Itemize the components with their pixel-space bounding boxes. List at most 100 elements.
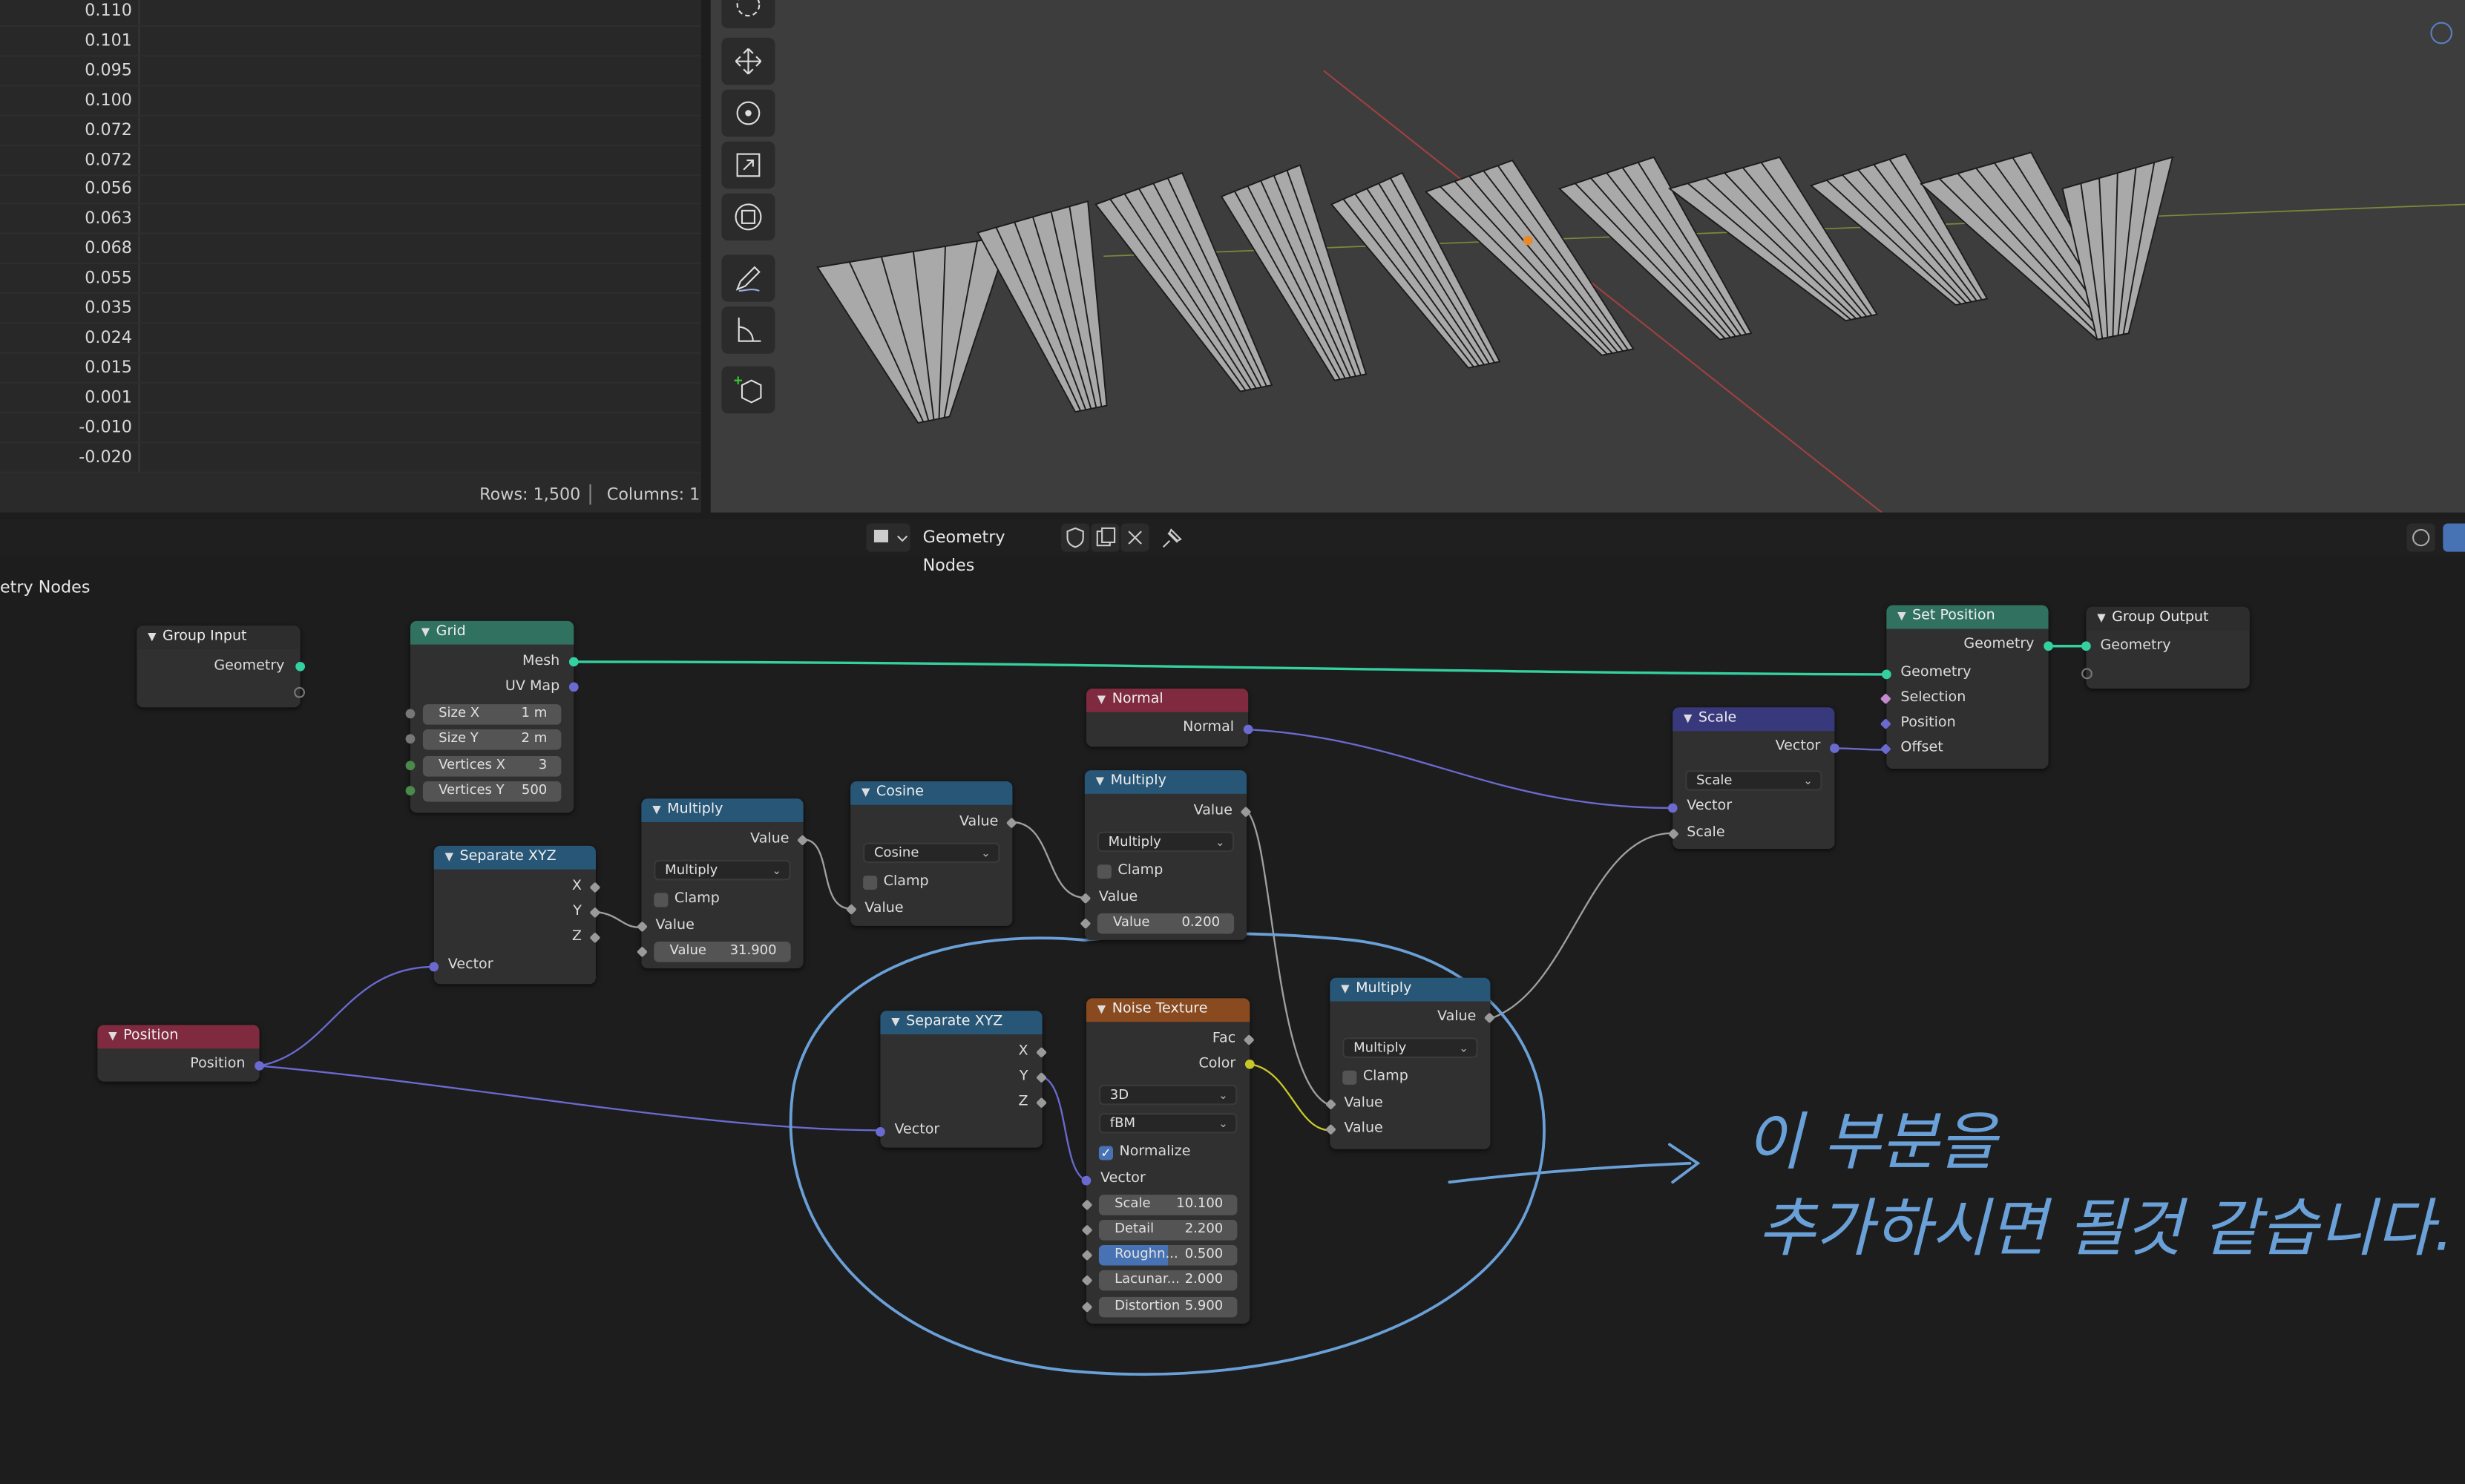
node-header[interactable]: ▼ Separate XYZ <box>880 1011 1043 1035</box>
checkbox-label: Normalize <box>1119 1144 1191 1160</box>
node-multiply-3[interactable]: ▼ Multiply Value Multiply ⌄ Clamp Value Va… <box>1325 977 1495 1149</box>
input-socket[interactable] <box>1667 803 1678 813</box>
value-field[interactable]: Value 31.900 <box>654 942 791 962</box>
roughness-field[interactable]: Roughn... 0.500 <box>1098 1244 1238 1266</box>
output-socket[interactable] <box>255 1061 264 1071</box>
node-header[interactable]: ▼ Cosine <box>850 781 1013 805</box>
node-header[interactable]: ▼ Group Output <box>2086 606 2250 631</box>
node-scale[interactable]: ▼ Scale Vector Scale ⌄ Vector Scale <box>1667 707 1839 850</box>
clamp-checkbox[interactable] <box>654 893 669 907</box>
size-y-field[interactable]: Size Y 2 m <box>422 729 562 750</box>
link-position-sep2 <box>259 1065 881 1132</box>
node-group-output[interactable]: ▼ Group Output Geometry <box>2081 606 2250 689</box>
node-separate-xyz-2[interactable]: ▼ Separate XYZ X Y Z Vector <box>876 1011 1048 1148</box>
node-header[interactable]: ▼ Grid <box>410 620 574 645</box>
empty-socket[interactable] <box>294 686 306 698</box>
socket-label: Position <box>190 1056 246 1072</box>
scale-field[interactable]: Scale 10.100 <box>1098 1195 1238 1215</box>
field-value: 0.500 <box>1184 1247 1224 1263</box>
distortion-field[interactable]: Distortion 5.900 <box>1098 1296 1238 1318</box>
vertices-y-field[interactable]: Vertices Y 500 <box>422 781 562 802</box>
node-header[interactable]: ▼ Multiply <box>1330 977 1491 1002</box>
node-noise-texture[interactable]: ▼ Noise Texture Fac Color 3D ⌄ fBM ⌄ ✓ Norm… <box>1081 998 1255 1324</box>
input-socket[interactable] <box>405 709 416 719</box>
output-socket[interactable] <box>568 657 579 667</box>
empty-socket[interactable] <box>2081 668 2093 680</box>
operation-dropdown[interactable]: Multiply ⌄ <box>1342 1037 1478 1058</box>
node-header[interactable]: ▼ Position <box>97 1025 260 1049</box>
field-value: 31.900 <box>729 943 777 959</box>
node-header[interactable]: ▼ Noise Texture <box>1086 998 1250 1022</box>
input-socket[interactable] <box>405 761 416 771</box>
link-mult3-scale <box>1490 832 1673 1020</box>
input-socket[interactable] <box>405 786 416 796</box>
operation-dropdown[interactable]: Multiply ⌄ <box>654 859 791 881</box>
socket-label: Z <box>1018 1094 1028 1110</box>
clamp-checkbox[interactable] <box>1097 864 1112 879</box>
output-socket[interactable] <box>295 661 306 672</box>
link-y-mult1 <box>595 910 642 929</box>
output-socket[interactable] <box>568 682 579 692</box>
operation-dropdown[interactable]: Cosine ⌄ <box>863 842 1000 864</box>
input-socket[interactable] <box>876 1127 885 1137</box>
node-header[interactable]: ▼ Group Input <box>137 626 301 649</box>
node-header[interactable]: ▼ Multiply <box>1084 770 1247 794</box>
chevron-down-icon: ⌄ <box>1218 1089 1228 1103</box>
node-normal[interactable]: ▼ Normal Normal <box>1086 688 1253 747</box>
node-header[interactable]: ▼ Scale <box>1673 707 1835 732</box>
input-socket[interactable] <box>429 962 439 972</box>
node-separate-xyz-1[interactable]: ▼ Separate XYZ X Y Z Vector <box>429 845 601 985</box>
node-title: Grid <box>436 624 466 640</box>
socket-label: Vector <box>447 957 493 974</box>
checkbox-label: Clamp <box>1117 863 1163 879</box>
output-socket[interactable] <box>1243 724 1253 735</box>
node-grid[interactable]: ▼ Grid Mesh UV Map Size X 1 m Size Y 2 m Ve… <box>405 620 579 813</box>
vertices-x-field[interactable]: Vertices X 3 <box>422 756 562 777</box>
node-group-input[interactable]: ▼ Group Input Geometry <box>137 626 306 708</box>
link-cosine-mult2 <box>1012 821 1085 899</box>
node-title: Group Input <box>163 628 247 645</box>
node-header[interactable]: ▼ Multiply <box>641 798 804 823</box>
size-x-field[interactable]: Size X 1 m <box>422 704 562 725</box>
input-socket[interactable] <box>2081 641 2091 651</box>
node-header[interactable]: ▼ Separate XYZ <box>433 845 596 870</box>
socket-label: Geometry <box>1900 665 1972 681</box>
lacunarity-field[interactable]: Lacunar... 2.000 <box>1098 1270 1238 1291</box>
node-title: Noise Texture <box>1112 1001 1208 1017</box>
node-title: Normal <box>1112 692 1163 708</box>
node-position[interactable]: ▼ Position Position <box>97 1025 264 1082</box>
node-multiply-2[interactable]: ▼ Multiply Value Multiply ⌄ Clamp Value Va… <box>1080 770 1252 940</box>
field-label: Roughn... <box>1115 1247 1178 1263</box>
node-set-position[interactable]: ▼ Set Position Geometry Geometry Selectio… <box>1880 605 2053 769</box>
checkbox-label: Clamp <box>1362 1068 1408 1085</box>
annotation-arrow-shaft <box>1448 1161 1692 1184</box>
output-socket[interactable] <box>2044 641 2053 651</box>
input-socket[interactable] <box>1881 669 1891 680</box>
node-title: Cosine <box>876 784 924 801</box>
noise-type-dropdown[interactable]: fBM ⌄ <box>1098 1112 1238 1134</box>
operation-dropdown[interactable]: Multiply ⌄ <box>1097 831 1235 853</box>
field-label: Vertices Y <box>439 783 505 799</box>
node-cosine[interactable]: ▼ Cosine Value Cosine ⌄ Clamp Value <box>845 781 1017 926</box>
clamp-checkbox[interactable] <box>1342 1070 1357 1085</box>
field-label: Scale <box>1115 1196 1151 1212</box>
detail-field[interactable]: Detail 2.200 <box>1098 1220 1238 1241</box>
chevron-down-icon: ⌄ <box>981 847 991 860</box>
operation-dropdown[interactable]: Scale ⌄ <box>1685 770 1822 791</box>
node-multiply-1[interactable]: ▼ Multiply Value Multiply ⌄ Clamp Value Va… <box>636 798 809 969</box>
normalize-checkbox[interactable]: ✓ <box>1098 1146 1113 1160</box>
link-mult1-cosine <box>803 838 851 910</box>
output-socket[interactable] <box>1830 743 1839 753</box>
node-header[interactable]: ▼ Set Position <box>1886 605 2049 629</box>
value-field[interactable]: Value 0.200 <box>1097 913 1235 934</box>
clamp-checkbox[interactable] <box>863 876 878 890</box>
dropdown-value: Cosine <box>873 845 919 862</box>
input-socket[interactable] <box>405 734 416 744</box>
socket-label: Y <box>1019 1068 1028 1085</box>
dimensions-dropdown[interactable]: 3D ⌄ <box>1098 1084 1238 1106</box>
node-header[interactable]: ▼ Normal <box>1086 688 1249 712</box>
input-socket[interactable] <box>1081 1175 1092 1186</box>
socket-label: Position <box>1900 715 1956 732</box>
field-label: Value <box>669 943 706 959</box>
output-socket[interactable] <box>1244 1059 1255 1069</box>
